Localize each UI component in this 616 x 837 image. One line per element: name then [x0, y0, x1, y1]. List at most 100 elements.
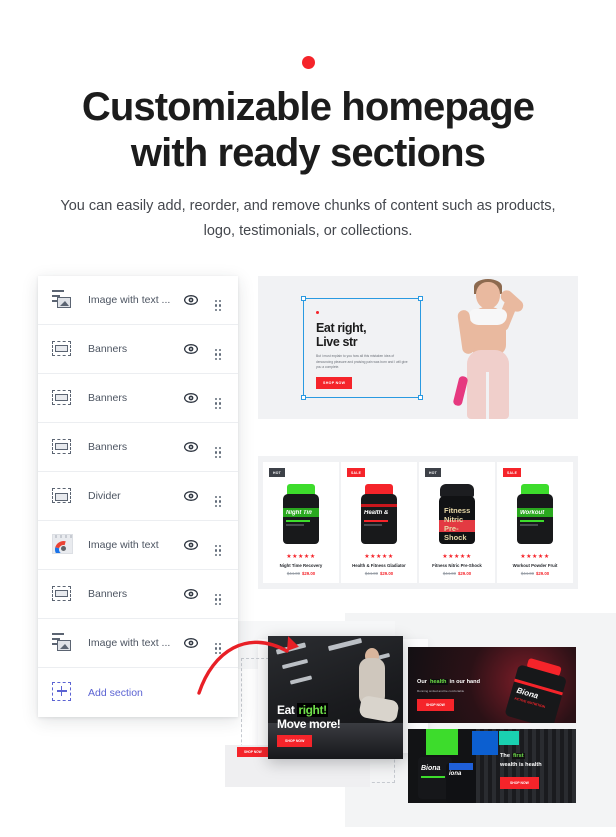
eye-icon[interactable] [184, 491, 200, 501]
drag-handle-icon[interactable] [210, 485, 226, 507]
ceiling-light-icon [327, 637, 363, 652]
drag-handle-icon[interactable] [210, 338, 226, 360]
product-card[interactable]: HOT Night Time Recovery ★★★★★ Night Time… [263, 462, 339, 583]
product-price: $44.00 $29.00 [263, 571, 339, 576]
sidebar-item-image-with-text[interactable]: Image with text ... [38, 276, 238, 325]
eye-icon[interactable] [184, 295, 200, 305]
page-root: Customizable homepage with ready section… [0, 0, 616, 837]
resize-handle-top-left[interactable] [301, 296, 306, 301]
sidebar-item-label: Banners [88, 343, 128, 355]
product-image: Health & Fitness Gladiator [359, 484, 399, 544]
product-image: Night Time Recovery [281, 484, 321, 544]
tub-brand-label: iona [449, 771, 462, 777]
eye-icon[interactable] [184, 589, 200, 599]
product-new-price: $29.00 [380, 571, 394, 576]
drag-handle-icon[interactable] [210, 534, 226, 556]
sidebar-item-banners[interactable]: Banners [38, 570, 238, 619]
tub-accent-line [286, 520, 310, 522]
tub-body [517, 494, 553, 544]
wealth-banner-heading: The first wealth is health [500, 752, 542, 769]
image-with-text-icon [52, 289, 74, 311]
product-new-price: $29.00 [458, 571, 472, 576]
health-banner-paragraph: Running smiled and be comfortable [417, 689, 465, 693]
hero-section-preview[interactable]: Eat right, Live str But i must explain t… [258, 276, 578, 419]
sidebar-item-label: Banners [88, 392, 128, 404]
product-row: HOT Night Time Recovery ★★★★★ Night Time… [258, 456, 578, 589]
hero-shop-now-button[interactable]: SHOP NOW [316, 377, 353, 389]
ghost-shop-now-button[interactable]: SHOP NOW [237, 747, 269, 757]
health-banner-shop-now-button[interactable]: SHOP NOW [417, 699, 454, 711]
page-title: Customizable homepage with ready section… [81, 85, 535, 175]
tub-accent-line-2 [364, 524, 382, 526]
tub-accent-line [364, 520, 388, 522]
product-image: Workout Powder Fruit [515, 484, 555, 544]
eye-icon[interactable] [184, 540, 200, 550]
eye-icon[interactable] [184, 442, 200, 452]
blue-accent-block [472, 731, 498, 755]
product-old-price: $44.00 [364, 571, 378, 576]
page-header: Customizable homepage with ready section… [0, 0, 616, 244]
wealth-banner-card[interactable]: Biona iona The first wealth is health SH… [408, 729, 576, 803]
gym-heading-accent: right! [297, 703, 328, 717]
eye-icon[interactable] [184, 393, 200, 403]
sidebar-item-divider[interactable]: Divider [38, 472, 238, 521]
product-old-price: $44.00 [442, 571, 456, 576]
product-card[interactable]: SALE Health & Fitness Gladiator ★★★★★ He… [341, 462, 417, 583]
hero-accent-dot-icon [316, 311, 319, 314]
hero-heading: Eat right, Live str [316, 321, 367, 349]
sidebar-item-label: Banners [88, 441, 128, 453]
resize-handle-bottom-right[interactable] [418, 395, 423, 400]
eye-icon[interactable] [184, 344, 200, 354]
model-head [476, 282, 500, 309]
sidebar-item-label: Image with text [88, 539, 159, 551]
gym-shop-now-button[interactable]: SHOP NOW [277, 735, 313, 747]
product-rating: ★★★★★ [364, 554, 394, 560]
product-info: ★★★★★ Night Time Recovery $44.00 $29.00 [263, 553, 339, 576]
drag-handle-icon[interactable] [210, 387, 226, 409]
drag-handle-icon[interactable] [210, 289, 226, 311]
b1-plain-after: in our hand [447, 679, 480, 685]
gym-heading-plain: Eat [277, 703, 298, 717]
athlete-legs [358, 694, 400, 724]
product-price: $44.00 $29.00 [419, 571, 495, 576]
product-section-preview: HOT Night Time Recovery ★★★★★ Night Time… [258, 456, 578, 589]
product-badge: SALE [347, 468, 366, 477]
product-badge: HOT [269, 468, 286, 477]
drag-handle-icon[interactable] [210, 583, 226, 605]
product-card[interactable]: HOT Fitness Nitric Pre-Shock ★★★★★ Fitne… [419, 462, 495, 583]
gym-banner-heading: Eat right! Move more! [277, 703, 341, 731]
sidebar-item-banners[interactable]: Banners [38, 423, 238, 472]
drag-handle-icon[interactable] [210, 436, 226, 458]
product-name: Health & Fitness Gladiator [352, 563, 406, 568]
green-accent-block [426, 729, 458, 755]
sidebar-item-label: Banners [88, 588, 128, 600]
product-info: ★★★★★ Workout Powder Fruit $44.00 $29.00 [497, 553, 573, 576]
divider-icon [52, 485, 74, 507]
tub-brand-label: Biona [421, 765, 441, 772]
product-badge: HOT [425, 468, 442, 477]
sidebar-item-banners[interactable]: Banners [38, 374, 238, 423]
resize-handle-bottom-left[interactable] [301, 395, 306, 400]
resize-handle-top-right[interactable] [418, 296, 423, 301]
sidebar-item-banners[interactable]: Banners [38, 325, 238, 374]
selection-frame[interactable]: Eat right, Live str But i must explain t… [301, 296, 423, 400]
product-badge: SALE [503, 468, 522, 477]
product-info: ★★★★★ Fitness Nitric Pre-Shock $44.00 $29… [419, 553, 495, 576]
b2-plain: The [500, 753, 512, 759]
product-tub-graphic: iona [446, 763, 476, 803]
sidebar-item-image-with-text[interactable]: Image with text [38, 521, 238, 570]
hero-heading-line2: Live str [316, 335, 358, 349]
tub-accent-line-2 [286, 524, 304, 526]
tub-brand-label: Workout Powder Fruit [520, 510, 546, 516]
image-with-text-icon [52, 632, 74, 654]
banners-icon [52, 387, 74, 409]
tub-body [283, 494, 319, 544]
sidebar-item-label: Image with text ... [88, 637, 171, 649]
product-card[interactable]: SALE Workout Powder Fruit ★★★★★ Workout … [497, 462, 573, 583]
wealth-banner-shop-now-button[interactable]: SHOP NOW [500, 777, 539, 789]
b2-accent: first [511, 753, 526, 759]
tub-accent-line-2 [520, 524, 538, 526]
health-banner-card[interactable]: Biona ACTIVE NUTRITION Our health in our… [408, 647, 576, 723]
product-image: Fitness Nitric Pre-Shock [437, 484, 477, 544]
gym-heading-line2: Move more! [277, 716, 341, 731]
